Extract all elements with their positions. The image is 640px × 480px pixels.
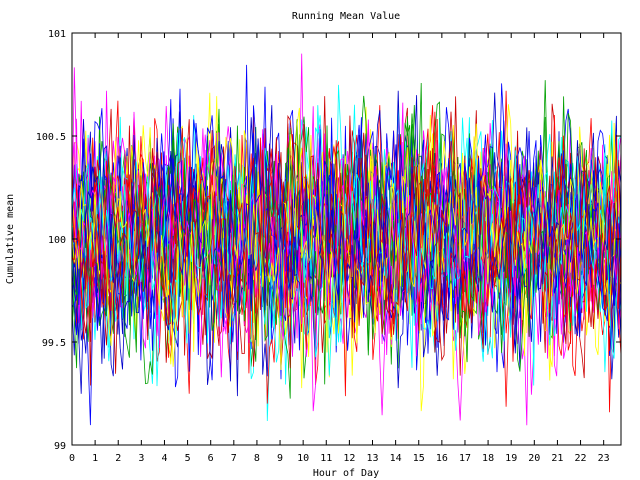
x-tick-label: 5: [185, 453, 191, 464]
x-tick-label: 15: [413, 453, 425, 464]
x-tick-label: 17: [459, 453, 471, 464]
x-tick-label: 21: [551, 453, 563, 464]
x-tick-label: 8: [254, 453, 260, 464]
x-tick-label: 6: [208, 453, 214, 464]
x-tick-label: 16: [436, 453, 448, 464]
y-tick-label: 101: [48, 29, 66, 40]
y-axis-label: Cumulative mean: [5, 194, 16, 284]
x-axis-label: Hour of Day: [313, 468, 379, 479]
series-layer: [71, 53, 622, 426]
x-tick-label: 18: [482, 453, 494, 464]
x-tick-label: 22: [575, 453, 587, 464]
x-tick-label: 11: [320, 453, 332, 464]
y-tick-label: 99.5: [42, 338, 66, 349]
x-tick-label: 19: [505, 453, 517, 464]
y-tick-label: 100.5: [36, 132, 66, 143]
x-tick-label: 13: [366, 453, 378, 464]
x-tick-label: 7: [231, 453, 237, 464]
x-tick-label: 9: [277, 453, 283, 464]
x-tick-label: 2: [115, 453, 121, 464]
x-tick-label: 12: [343, 453, 355, 464]
x-tick-label: 3: [138, 453, 144, 464]
x-tick-label: 4: [161, 453, 167, 464]
y-tick-label: 99: [54, 441, 66, 452]
running-mean-chart: Running Mean Value 9999.5100100.5101 012…: [5, 11, 622, 479]
x-tick-label: 20: [528, 453, 540, 464]
x-tick-label: 1: [92, 453, 98, 464]
x-tick-label: 10: [297, 453, 309, 464]
x-tick-label: 0: [69, 453, 75, 464]
chart-title: Running Mean Value: [292, 11, 400, 22]
y-tick-label: 100: [48, 235, 66, 246]
x-tick-label: 14: [390, 453, 402, 464]
x-tick-label: 23: [598, 453, 610, 464]
